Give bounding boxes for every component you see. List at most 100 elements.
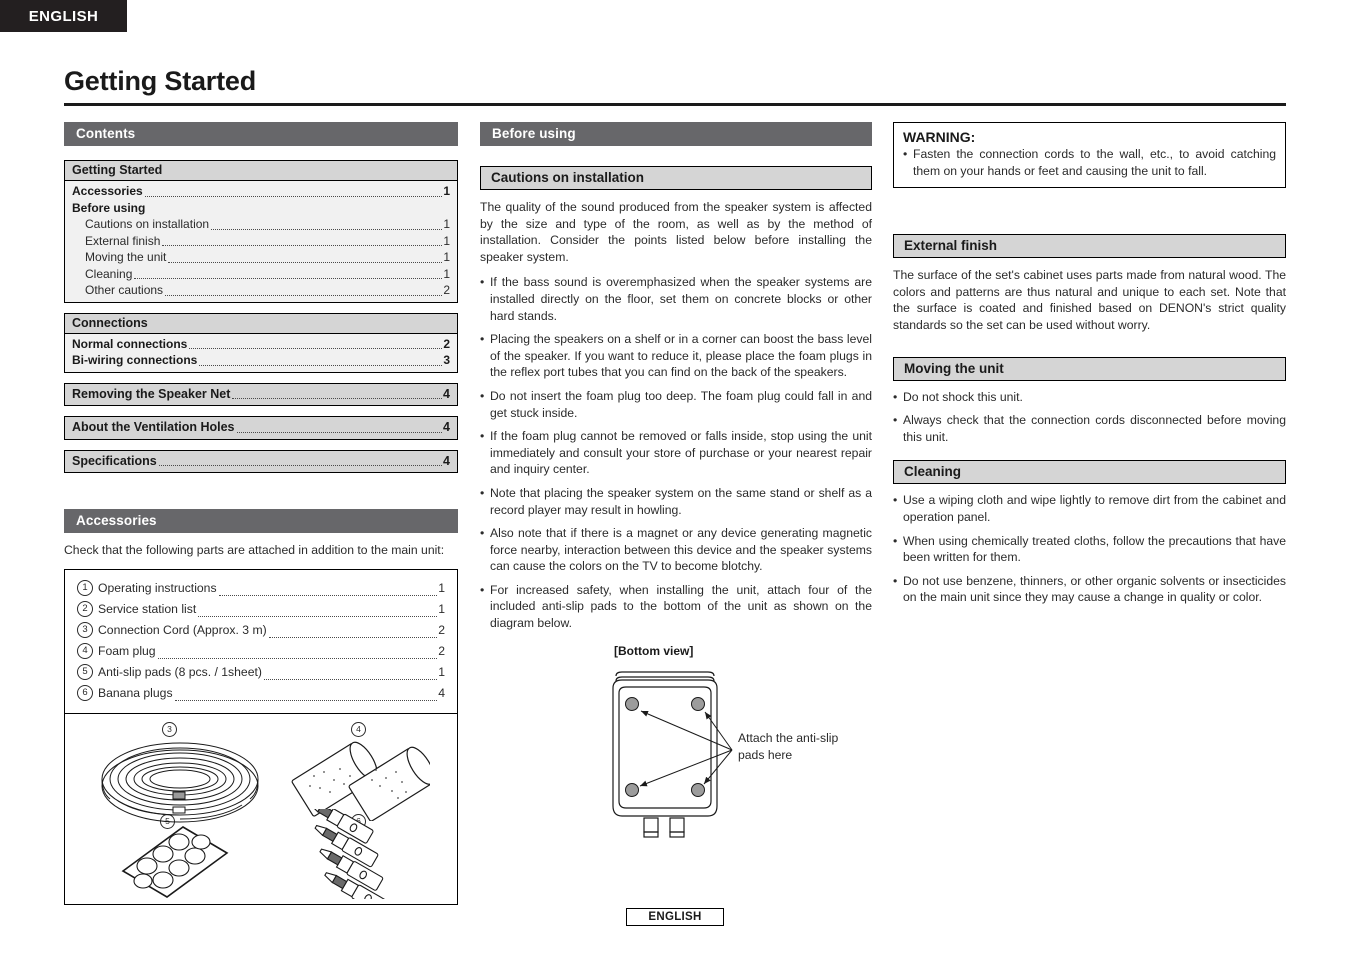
accessories-heading: Accessories <box>64 509 458 533</box>
toc-entry[interactable]: Normal connections 2 <box>72 336 450 353</box>
caution-bullet: For increased safety, when installing th… <box>480 582 872 632</box>
accessory-item: 4 Foam plug 2 <box>77 641 445 662</box>
caution-bullet: Note that placing the speaker system on … <box>480 485 872 518</box>
toc-leader-dots <box>144 195 443 197</box>
accessory-quantity: 1 <box>438 664 445 679</box>
toc-entry-label: Removing the Speaker Net <box>72 386 231 401</box>
cleaning-bullet: Use a wiping cloth and wipe lightly to r… <box>893 492 1286 525</box>
toc-entry-label: Cleaning <box>85 266 133 281</box>
accessory-item: 6 Banana plugs 4 <box>77 683 445 704</box>
warning-text: Fasten the connection cords to the wall,… <box>903 146 1276 179</box>
accessory-number: 3 <box>77 621 93 638</box>
accessory-label: Anti-slip pads (8 pcs. / 1sheet) <box>98 664 262 679</box>
middle-column: Before using Cautions on installation Th… <box>480 122 872 844</box>
toc-entry-label: External finish <box>85 233 161 248</box>
toc-entry[interactable]: Cleaning 1 <box>72 266 450 283</box>
cautions-intro: The quality of the sound produced from t… <box>480 200 872 264</box>
accessory-number: 2 <box>77 600 93 617</box>
cleaning-bullet: Do not use benzene, thinners, or other o… <box>893 573 1286 606</box>
caution-bullet: Do not insert the foam plug too deep. Th… <box>480 388 872 421</box>
toc-entry[interactable]: About the Ventilation Holes 4 <box>64 416 458 440</box>
toc-leader-dots <box>168 261 443 263</box>
accessory-leader-dots <box>157 657 438 659</box>
toc-entry-page: 1 <box>443 233 450 248</box>
accessory-label: Foam plug <box>98 643 156 658</box>
page-title: Getting Started <box>64 66 257 96</box>
cleaning-bullets: Use a wiping cloth and wipe lightly to r… <box>893 492 1286 606</box>
toc-entry[interactable]: Specifications 4 <box>64 449 458 473</box>
accessory-label: Service station list <box>98 601 197 616</box>
caution-bullet: Placing the speakers on a shelf or in a … <box>480 331 872 381</box>
moving-bullet: Always check that the connection cords d… <box>893 412 1286 445</box>
accessory-quantity: 1 <box>438 601 445 616</box>
warning-box: WARNING: Fasten the connection cords to … <box>893 122 1286 189</box>
moving-the-unit-heading: Moving the unit <box>893 356 1286 381</box>
toc-entry[interactable]: Before using <box>72 200 450 217</box>
toc-leader-dots <box>165 294 443 296</box>
toc-entry-label: Accessories <box>72 184 143 198</box>
accessory-label: Operating instructions <box>98 580 217 595</box>
moving-the-unit-bullets: Do not shock this unit. Always check that… <box>893 389 1286 446</box>
title-rule <box>64 103 1286 106</box>
accessory-quantity: 2 <box>438 643 445 658</box>
toc-group-title: Getting Started <box>65 161 457 181</box>
toc-leader-dots <box>189 348 443 349</box>
toc-entry[interactable]: Accessories 1 <box>72 183 450 200</box>
accessory-quantity: 4 <box>438 685 445 700</box>
toc-group: Getting Started Accessories 1 Before using C… <box>64 160 458 303</box>
toc-entry-page: 3 <box>443 353 450 367</box>
accessory-number: 6 <box>77 684 93 701</box>
toc-entry-page: 4 <box>443 420 450 434</box>
left-column: Contents Getting Started Accessories 1 Befo… <box>64 122 458 906</box>
toc-entry[interactable]: Moving the unit 1 <box>72 249 450 266</box>
toc-entry-page: 1 <box>443 250 450 264</box>
toc-entry-page: 4 <box>443 386 450 401</box>
accessory-quantity: 1 <box>438 580 445 595</box>
toc-entry-label: Before using <box>72 200 146 215</box>
toc-entry[interactable]: Bi-wiring connections 3 <box>72 352 450 369</box>
toc-entry-label: Specifications <box>72 453 157 468</box>
toc-group-title: Connections <box>65 313 457 334</box>
bottom-view-label: [Bottom view] <box>614 643 694 658</box>
before-using-heading: Before using <box>480 122 872 146</box>
toc-entry-label: Moving the unit <box>85 250 167 264</box>
accessory-leader-dots <box>174 699 438 701</box>
toc-entry[interactable]: Removing the Speaker Net 4 <box>64 382 458 406</box>
toc-group: Connections Normal connections 2 Bi-wiring … <box>64 312 458 373</box>
toc-entry-label: About the Ventilation Holes <box>72 420 235 434</box>
toc-leader-dots <box>134 278 443 279</box>
footer-language-badge: ENGLISH <box>626 908 724 926</box>
accessory-number: 1 <box>77 579 93 596</box>
anti-slip-pads-illustration <box>121 826 229 899</box>
accessory-item: 5 Anti-slip pads (8 pcs. / 1sheet) 1 <box>77 662 445 683</box>
accessory-label: Connection Cord (Approx. 3 m) <box>98 622 267 637</box>
toc-leader-dots <box>158 465 443 466</box>
caution-bullet: Also note that if there is a magnet or a… <box>480 525 872 575</box>
accessory-number: 4 <box>77 642 93 659</box>
toc-entry[interactable]: Cautions on installation 1 <box>72 216 450 233</box>
toc-entry[interactable]: Other cautions 2 <box>72 282 450 299</box>
toc-entry-page: 1 <box>443 266 450 281</box>
accessories-list-box: 1 Operating instructions 1 2 Service station… <box>64 568 458 715</box>
bottom-view-diagram: [Bottom view] Attach the anti-slip pads … <box>480 644 872 844</box>
accessory-label: Banana plugs <box>98 685 173 700</box>
accessory-item: 1 Operating instructions 1 <box>77 578 445 599</box>
accessory-number: 5 <box>77 663 93 680</box>
banana-plugs-illustration <box>309 809 389 900</box>
caution-bullet: If the foam plug cannot be removed or fa… <box>480 428 872 478</box>
toc-leader-dots <box>199 364 443 366</box>
contents-heading: Contents <box>64 122 458 146</box>
accessory-item: 3 Connection Cord (Approx. 3 m) 2 <box>77 620 445 641</box>
toc-entry[interactable]: External finish 1 <box>72 233 450 250</box>
figure-caption-4: 4 <box>351 722 366 738</box>
anti-slip-callout: Attach the anti-slip pads here <box>738 730 839 762</box>
toc-leader-dots <box>232 398 443 399</box>
toc-entry-page: 2 <box>443 283 450 297</box>
external-finish-text: The surface of the set's cabinet uses pa… <box>893 268 1286 332</box>
toc-entry-page: 4 <box>443 453 450 468</box>
warning-title: WARNING: <box>903 129 976 145</box>
cautions-bullets: If the bass sound is overemphasized when… <box>480 274 872 631</box>
toc-entry-label: Cautions on installation <box>85 217 210 231</box>
toc-entry-page: 2 <box>443 336 450 351</box>
toc-groups: Getting Started Accessories 1 Before using C… <box>64 160 458 373</box>
